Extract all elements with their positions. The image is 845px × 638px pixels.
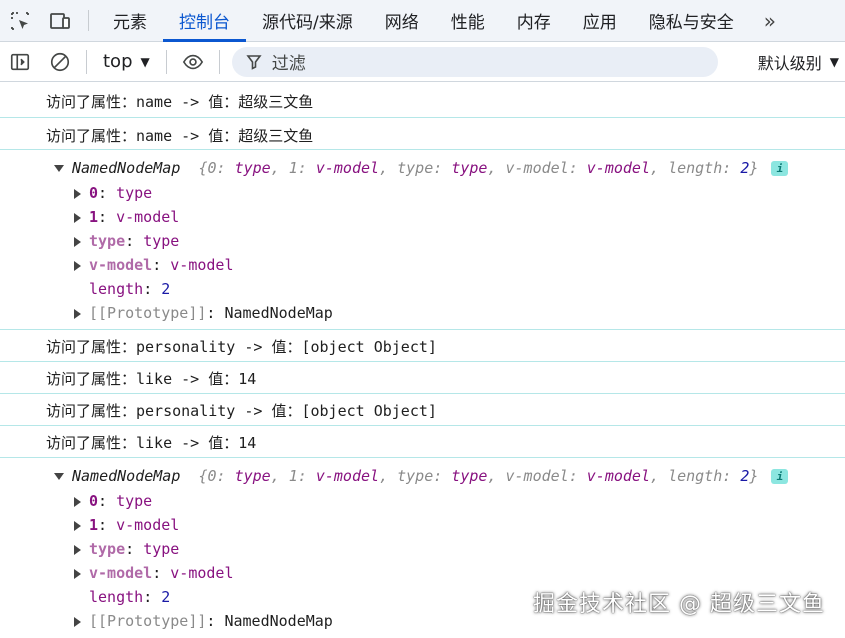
object-property-row[interactable]: v-model: v-model [74, 564, 234, 582]
console-message-text: 访问了属性：like -> 值：14 [46, 370, 257, 388]
object-preview: {0: type, 1: v-model, type: type, v-mode… [198, 467, 759, 485]
expand-triangle-icon[interactable] [74, 616, 81, 627]
tab-network[interactable]: 网络 [369, 0, 435, 41]
filter-placeholder: 过滤 [271, 54, 306, 74]
log-level-dropdown-icon: ▼ [829, 54, 839, 69]
expand-triangle-icon[interactable] [74, 496, 81, 507]
expand-triangle-icon[interactable] [74, 260, 81, 271]
tab-application[interactable]: 应用 [567, 0, 633, 41]
watermark: 掘金技术社区 @ 超级三文鱼 [533, 592, 825, 617]
expand-triangle-icon[interactable] [74, 568, 81, 579]
console-message-text: 访问了属性：personality -> 值：[object Object] [46, 338, 437, 356]
toolbar-separator [165, 49, 167, 74]
expand-triangle-icon[interactable] [74, 236, 81, 247]
console-message: 访问了属性：name -> 值：超级三文鱼 [0, 118, 845, 150]
expand-triangle-icon[interactable] [74, 308, 81, 319]
log-level-label: 默认级别 [757, 53, 822, 73]
expand-triangle-icon[interactable] [74, 212, 81, 223]
object-class-name: NamedNodeMap [72, 159, 181, 177]
object-length-row: length: 2 [89, 588, 171, 606]
sidebar-toggle-icon[interactable] [0, 42, 40, 82]
toolbar-separator [86, 49, 87, 74]
object-property-row[interactable]: 1: v-model [74, 516, 179, 534]
object-class-name: NamedNodeMap [72, 467, 181, 485]
console-object-group: NamedNodeMap {0: type, 1: v-model, type:… [0, 150, 845, 330]
console-message: 访问了属性：personality -> 值：[object Object] [0, 394, 845, 426]
collapse-triangle-icon[interactable] [54, 165, 64, 172]
object-preview: {0: type, 1: v-model, type: type, v-mode… [198, 159, 759, 177]
expand-triangle-icon[interactable] [74, 520, 81, 531]
console-message-text: 访问了属性：name -> 值：超级三文鱼 [46, 93, 314, 111]
tab-separator [88, 10, 89, 31]
object-header-row[interactable]: NamedNodeMap {0: type, 1: v-model, type:… [54, 159, 789, 177]
context-dropdown-icon: ▼ [140, 54, 150, 69]
console-message-text: 访问了属性：like -> 值：14 [46, 434, 257, 452]
filter-input[interactable]: 过滤 [231, 46, 718, 77]
console-message-text: 访问了属性：personality -> 值：[object Object] [46, 402, 437, 420]
filter-icon [246, 54, 262, 70]
tab-elements[interactable]: 元素 [97, 0, 163, 41]
object-property-row[interactable]: type: type [74, 232, 179, 250]
console-message: 访问了属性：like -> 值：14 [0, 426, 845, 458]
object-property-row[interactable]: 1: v-model [74, 208, 179, 226]
inspect-element-icon[interactable] [0, 0, 40, 41]
object-prototype-row[interactable]: [[Prototype]]: NamedNodeMap [74, 612, 333, 630]
context-selector-label: top [103, 51, 133, 72]
tab-sources[interactable]: 源代码/来源 [246, 0, 369, 41]
object-property-row[interactable]: v-model: v-model [74, 256, 234, 274]
object-prototype-row[interactable]: [[Prototype]]: NamedNodeMap [74, 304, 333, 322]
console-toolbar: top ▼ 过滤 默认级别 ▼ [0, 42, 845, 82]
live-expression-eye-icon[interactable] [173, 42, 213, 82]
object-header-row[interactable]: NamedNodeMap {0: type, 1: v-model, type:… [54, 467, 789, 485]
tab-privacy-security[interactable]: 隐私与安全 [633, 0, 750, 41]
object-property-row[interactable]: type: type [74, 540, 179, 558]
console-message-text: 访问了属性：name -> 值：超级三文鱼 [46, 127, 314, 145]
object-property-row[interactable]: 0: type [74, 492, 152, 510]
more-tabs-icon[interactable]: » [750, 0, 790, 41]
expand-triangle-icon[interactable] [74, 544, 81, 555]
tab-memory[interactable]: 内存 [501, 0, 567, 41]
devtools-tab-bar: 元素 控制台 源代码/来源 网络 性能 内存 应用 隐私与安全 » [0, 0, 845, 42]
object-length-row: length: 2 [89, 280, 171, 298]
console-message: 访问了属性：name -> 值：超级三文鱼 [0, 82, 845, 118]
context-selector[interactable]: top ▼ [93, 51, 160, 72]
collapse-triangle-icon[interactable] [54, 473, 64, 480]
object-property-row[interactable]: 0: type [74, 184, 152, 202]
tab-performance[interactable]: 性能 [435, 0, 501, 41]
toolbar-separator [218, 49, 220, 74]
info-badge-icon[interactable]: i [771, 469, 789, 484]
info-badge-icon[interactable]: i [771, 161, 789, 176]
console-message: 访问了属性：like -> 值：14 [0, 362, 845, 394]
clear-console-icon[interactable] [40, 42, 80, 82]
device-toolbar-icon[interactable] [40, 0, 80, 41]
console-message: 访问了属性：personality -> 值：[object Object] [0, 330, 845, 362]
tab-console[interactable]: 控制台 [163, 0, 246, 42]
expand-triangle-icon[interactable] [74, 188, 81, 199]
log-level-selector[interactable]: 默认级别 ▼ [758, 50, 845, 74]
